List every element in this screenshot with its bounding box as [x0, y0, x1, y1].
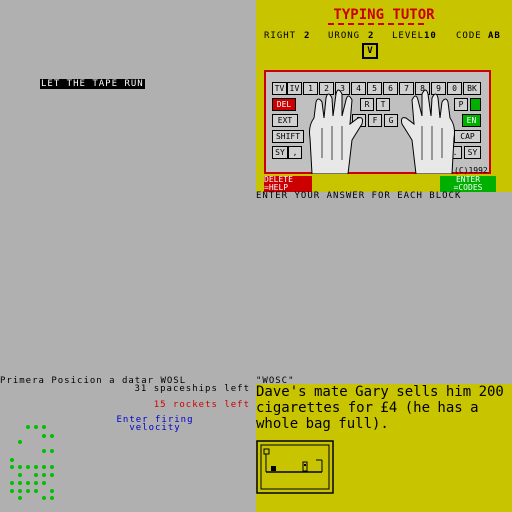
scene-illustration [256, 440, 334, 494]
hands-illustration [309, 89, 455, 174]
code-value: AB [488, 31, 501, 41]
wrong-label: URONG [328, 31, 361, 41]
tutor-title: TYPING TUTOR [333, 7, 435, 23]
firing-prompt-line2: velocity [129, 423, 181, 433]
delete-help-button[interactable]: DELETE =HELP [264, 176, 312, 192]
wrong-value: 2 [368, 31, 375, 41]
key-del: DEL [272, 98, 296, 111]
typing-tutor-panel: TYPING TUTOR RIGHT 2 URONG 2 LEVEL 10 CO… [256, 0, 512, 192]
key-enter-top [470, 98, 481, 111]
story-text: Dave's mate Gary sells him 200 cigarette… [256, 384, 504, 432]
keyboard-diagram: TV IV 1 2 3 4 5 6 7 8 9 0 BK DEL R T P E… [264, 70, 491, 174]
enter-codes-button[interactable]: ENTER =CODES [440, 176, 496, 192]
key-sy-left: SY [272, 146, 288, 159]
level-label: LEVEL [392, 31, 425, 41]
spaceships-left: 31 spaceships left [134, 384, 250, 394]
instruction-text: ENTER YOUR ANSWER FOR EACH BLOCK [256, 191, 462, 201]
story-panel: Dave's mate Gary sells him 200 cigarette… [256, 384, 512, 512]
current-key-letter: V [364, 45, 376, 57]
key-bk: BK [463, 82, 481, 95]
key-comma: , [288, 146, 302, 159]
tape-message: LET THE TAPE RUN [40, 79, 145, 89]
copyright: (C)1992 [454, 166, 488, 175]
key-sy-right: SY [464, 146, 481, 159]
right-label: RIGHT [264, 31, 297, 41]
title-underline [328, 23, 424, 25]
current-key-box: V [362, 43, 378, 59]
key-en: EN [462, 114, 481, 127]
code-label: CODE [456, 31, 482, 41]
right-value: 2 [304, 31, 311, 41]
level-value: 10 [424, 31, 437, 41]
key-ext: EXT [272, 114, 298, 127]
spaceship-formation [10, 425, 54, 500]
key-shift: SHIFT [272, 130, 304, 143]
key-tv: TV [272, 82, 287, 95]
rockets-left: 15 rockets left [153, 400, 250, 410]
key-iv: IV [287, 82, 302, 95]
